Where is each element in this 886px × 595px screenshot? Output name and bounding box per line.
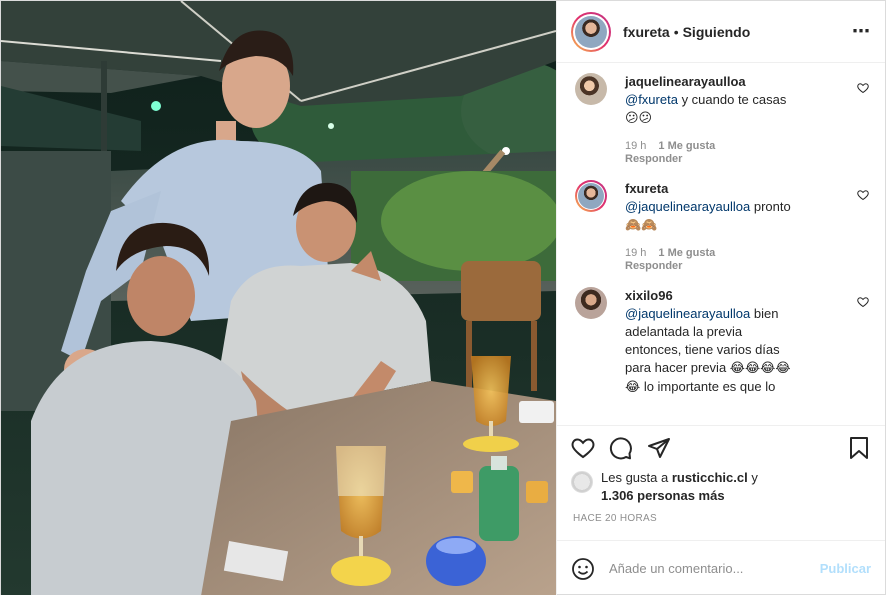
comment-username[interactable]: fxureta [625, 180, 800, 198]
comment-meta: 19 h 1 Me gusta Responder [625, 247, 800, 273]
liker-avatar[interactable] [571, 471, 593, 493]
comment-text: y cuando te casas [677, 92, 787, 107]
comment-mention[interactable]: @fxureta [625, 92, 678, 107]
likes-others-link[interactable]: 1.306 personas más [601, 488, 725, 503]
comment-emoji: 😕😕 [625, 111, 653, 126]
comment-time[interactable]: 19 h [625, 140, 646, 152]
author-avatar[interactable] [571, 11, 611, 52]
post-header: fxureta • Siguiendo ⋯ [557, 1, 885, 63]
comment-emoji: 🙈🙈 [625, 218, 658, 233]
post-actions [557, 425, 885, 469]
likes-middle: y [747, 470, 758, 485]
comment-avatar[interactable] [575, 73, 607, 105]
comment-username[interactable]: xixilo96 [625, 287, 800, 305]
heart-icon[interactable] [571, 436, 595, 460]
comment-mention[interactable]: @jaquelinearayaulloa [625, 199, 750, 214]
likes-text: Les gusta a rusticchic.cl y 1.306 person… [601, 469, 758, 505]
comment-item: xixilo96 @jaquelinearayaulloa bien adela… [575, 287, 869, 397]
comment-heart-icon[interactable] [857, 81, 869, 99]
comment-mention[interactable]: @jaquelinearayaulloa [625, 306, 750, 321]
comment-like-count[interactable]: 1 Me gusta [658, 247, 715, 259]
comment-meta: 19 h 1 Me gusta Responder [625, 140, 800, 166]
post-sidebar: fxureta • Siguiendo ⋯ jaquelinearayaullo… [556, 1, 885, 595]
post-timestamp[interactable]: HACE 20 HORAS [557, 509, 885, 541]
header-separator: • [673, 23, 679, 40]
author-username[interactable]: fxureta [623, 24, 670, 40]
reply-button[interactable]: Responder [625, 153, 682, 165]
comment-icon[interactable] [609, 436, 633, 460]
add-comment-bar: Publicar [557, 541, 885, 595]
share-icon[interactable] [647, 436, 671, 460]
comment-time[interactable]: 19 h [625, 247, 646, 259]
photo-illustration [1, 1, 556, 595]
comment-input[interactable] [609, 561, 812, 576]
comment-text: pronto [750, 199, 791, 214]
likes-summary: Les gusta a rusticchic.cl y 1.306 person… [557, 469, 885, 509]
comment-text-continued: lo importante es que lo [640, 379, 776, 394]
likes-prefix: Les gusta a [601, 470, 672, 485]
comment-username[interactable]: jaquelinearayaulloa [625, 73, 800, 91]
comment-avatar[interactable] [575, 287, 607, 319]
comment-avatar[interactable] [575, 180, 607, 212]
liker-username[interactable]: rusticchic.cl [672, 470, 748, 485]
follow-status-button[interactable]: Siguiendo [683, 24, 751, 40]
emoji-icon[interactable] [571, 557, 595, 581]
comment-heart-icon[interactable] [857, 188, 869, 206]
comment-heart-icon[interactable] [857, 295, 869, 313]
comment-item: jaquelinearayaulloa @fxureta y cuando te… [575, 73, 869, 166]
publish-button[interactable]: Publicar [820, 561, 871, 576]
comment-like-count[interactable]: 1 Me gusta [658, 140, 715, 152]
reply-button[interactable]: Responder [625, 260, 682, 272]
comments-list[interactable]: jaquelinearayaulloa @fxureta y cuando te… [557, 63, 885, 425]
instagram-post: fxureta • Siguiendo ⋯ jaquelinearayaullo… [0, 0, 886, 595]
post-photo[interactable] [1, 1, 556, 595]
more-options-icon[interactable]: ⋯ [852, 21, 871, 42]
bookmark-icon[interactable] [847, 436, 871, 460]
comment-item: fxureta @jaquelinearayaulloa pronto 🙈🙈 1… [575, 180, 869, 273]
